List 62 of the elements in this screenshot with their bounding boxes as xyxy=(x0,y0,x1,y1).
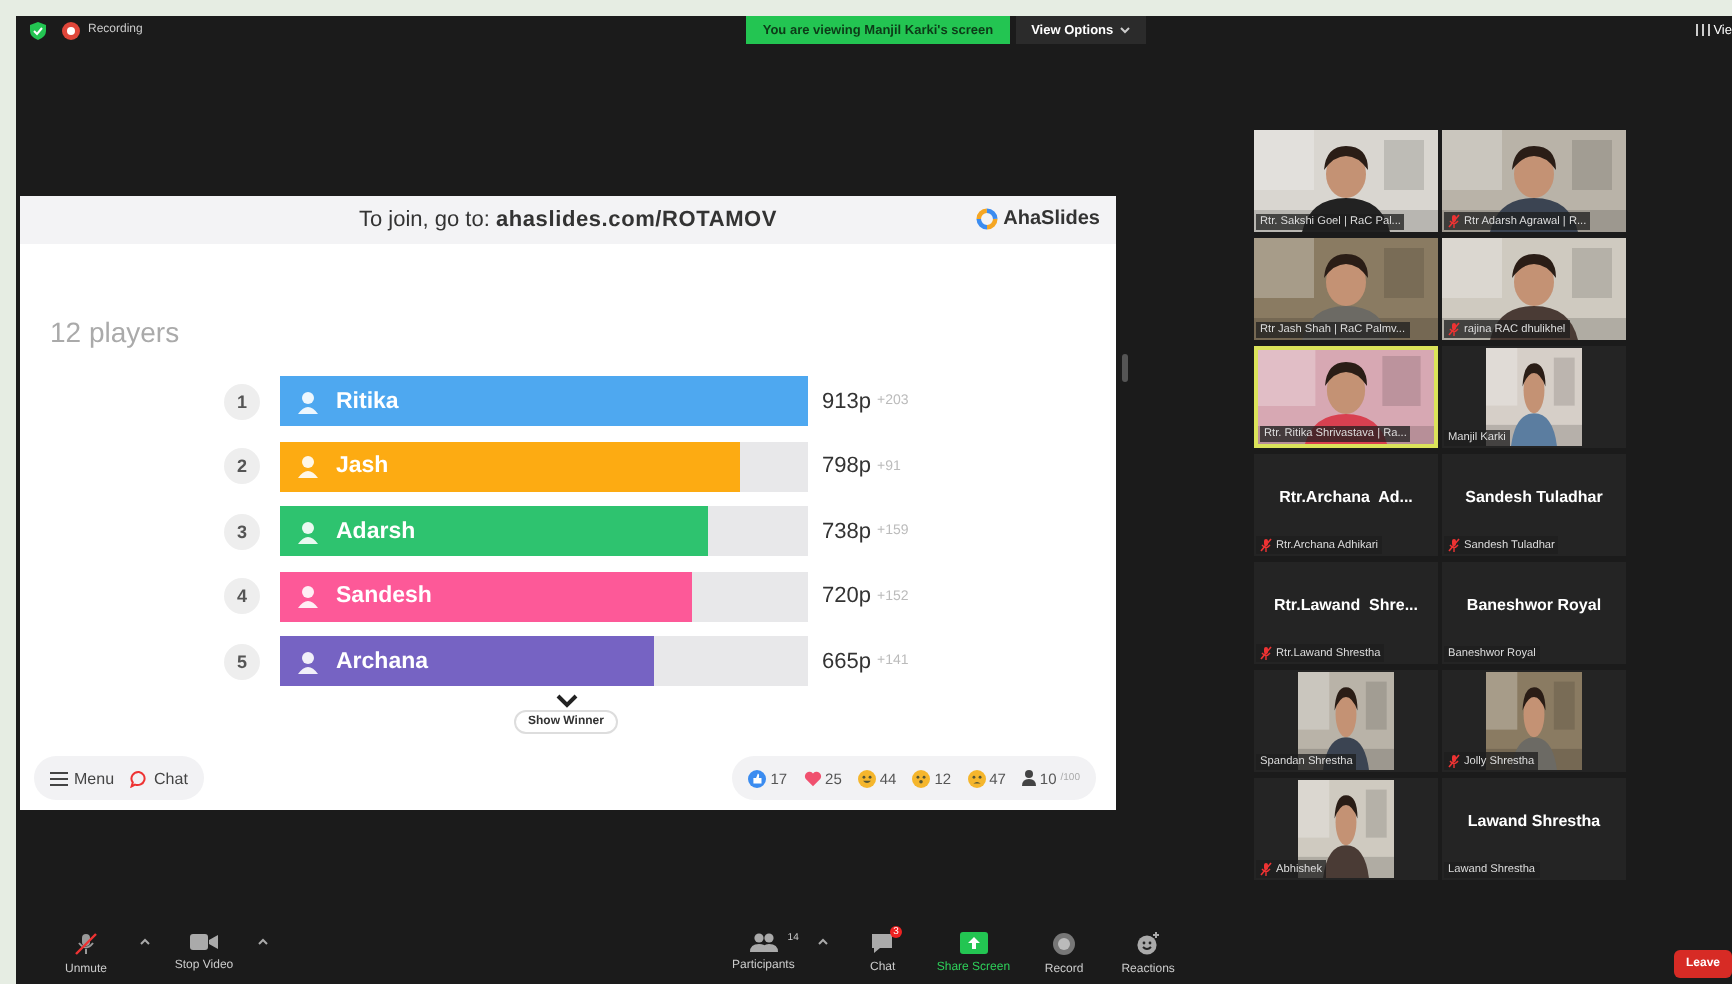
chevron-down-icon[interactable] xyxy=(555,694,577,708)
player-name: Sandesh xyxy=(336,584,432,608)
rank-number: 2 xyxy=(224,448,260,484)
muted-mic-icon xyxy=(1260,862,1272,876)
smiley-plus-icon xyxy=(1136,932,1161,956)
rank-number: 4 xyxy=(224,578,260,614)
player-name: Jash xyxy=(336,454,389,478)
muted-mic-icon xyxy=(1448,538,1460,552)
emoji-icon xyxy=(857,769,876,787)
caret-icon[interactable] xyxy=(258,938,268,946)
video-camera-icon xyxy=(190,932,218,952)
participant-name: Lawand Shrestha xyxy=(1467,812,1601,830)
record-icon xyxy=(1052,932,1077,956)
muted-mic-icon xyxy=(1448,214,1460,228)
participant-name: Baneshwor Royal xyxy=(1466,596,1602,614)
muted-mic-icon xyxy=(1448,322,1460,336)
player-count: 12 players xyxy=(50,316,180,348)
emoji-icon xyxy=(967,769,986,787)
player-name: Ritika xyxy=(336,389,399,413)
player-points: 720p xyxy=(822,584,871,608)
logo-icon xyxy=(975,208,998,230)
recording-icon xyxy=(62,21,80,39)
participant-name: Sandesh Tuladhar xyxy=(1465,488,1603,506)
muted-mic-icon xyxy=(1448,754,1460,768)
shield-icon xyxy=(30,21,46,39)
rank-number: 5 xyxy=(224,643,260,679)
player-points: 665p xyxy=(822,649,871,673)
player-points: 738p xyxy=(822,519,871,543)
chat-button[interactable]: Chat xyxy=(130,769,188,787)
chat-bubble-icon xyxy=(130,769,149,787)
logo-text: AhaSlides xyxy=(1003,208,1100,230)
emoji-icon xyxy=(912,769,931,787)
avatar-icon xyxy=(296,649,320,673)
chat-bubble-icon xyxy=(870,932,895,954)
caret-icon[interactable] xyxy=(140,938,150,946)
player-points: 798p xyxy=(822,454,871,478)
share-screen-icon xyxy=(959,932,988,954)
menu-icon xyxy=(50,771,68,785)
player-name: Adarsh xyxy=(336,519,416,543)
thumbs-up-icon xyxy=(748,769,767,787)
menu-button[interactable]: Menu xyxy=(50,769,115,787)
participant-name: Rtr.Archana Ad... xyxy=(1279,488,1413,506)
caret-icon[interactable] xyxy=(818,938,829,946)
join-instructions: To join, go to: ahaslides.com/ROTAMOV xyxy=(358,208,778,232)
muted-mic-icon xyxy=(1260,538,1272,552)
person-icon xyxy=(1021,770,1036,786)
resize-handle[interactable] xyxy=(1122,354,1128,382)
grid-icon xyxy=(1695,24,1710,36)
heart-icon xyxy=(803,769,822,787)
player-name: Archana xyxy=(336,649,429,673)
avatar-icon xyxy=(296,389,320,413)
people-icon xyxy=(749,932,778,952)
participant-name: Rtr.Lawand Shre... xyxy=(1273,596,1418,614)
muted-mic-icon xyxy=(74,932,98,956)
player-points: 913p xyxy=(822,389,871,413)
avatar-icon xyxy=(296,519,320,543)
rank-number: 3 xyxy=(224,513,260,549)
avatar-icon xyxy=(296,454,320,478)
rank-number: 1 xyxy=(224,383,260,419)
avatar-icon xyxy=(296,584,320,608)
muted-mic-icon xyxy=(1260,646,1272,660)
caret-icon xyxy=(1119,26,1130,34)
